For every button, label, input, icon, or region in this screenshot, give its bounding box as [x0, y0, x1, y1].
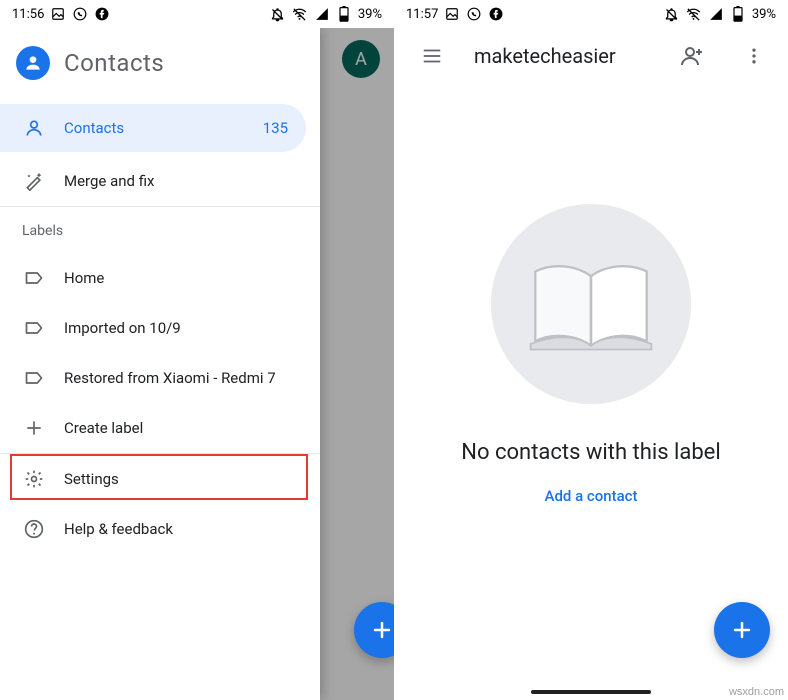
whatsapp-status-icon — [466, 6, 482, 22]
nav-gesture-bar — [531, 690, 651, 694]
drawer-item-settings[interactable]: Settings — [0, 454, 320, 504]
app-bar: maketecheasier — [394, 28, 788, 84]
label-outline-icon — [24, 268, 44, 288]
empty-illustration-circle — [491, 204, 691, 404]
status-bar: 11:57 39% — [394, 0, 788, 28]
watermark: wsxdn.com — [729, 686, 784, 698]
add-contact-link[interactable]: Add a contact — [545, 487, 638, 505]
plus-icon — [370, 618, 394, 642]
drawer-item-label: Merge and fix — [64, 172, 154, 190]
contacts-app-icon — [16, 46, 50, 80]
labels-section-header: Labels — [0, 206, 320, 253]
help-icon — [24, 519, 44, 539]
drawer-item-label: Create label — [64, 419, 143, 437]
appbar-title: maketecheasier — [474, 44, 650, 68]
facebook-status-icon — [488, 6, 504, 22]
add-person-button[interactable] — [672, 36, 712, 76]
label-outline-icon — [24, 318, 44, 338]
drawer-title: Contacts — [64, 49, 164, 77]
phone-left-screenshot: 11:56 39% A Contacts Contacts 135 — [0, 0, 394, 700]
label-outline-icon — [24, 368, 44, 388]
status-bar-right: 39% — [270, 6, 382, 22]
drawer-item-label: Home — [64, 269, 104, 287]
magic-wand-icon — [24, 171, 44, 191]
status-bar-left: 11:57 — [406, 6, 504, 22]
drawer-item-label: Settings — [64, 470, 119, 488]
drawer-label-restored[interactable]: Restored from Xiaomi - Redmi 7 — [0, 353, 320, 403]
photos-status-icon — [444, 6, 460, 22]
drawer-item-create-label[interactable]: Create label — [0, 403, 320, 453]
contacts-count: 135 — [263, 119, 288, 137]
facebook-status-icon — [94, 6, 110, 22]
status-time: 11:57 — [406, 7, 438, 22]
plus-icon — [24, 418, 44, 438]
drawer-header: Contacts — [0, 28, 320, 100]
open-book-icon — [526, 249, 656, 359]
whatsapp-status-icon — [72, 6, 88, 22]
battery-percent: 39% — [358, 7, 382, 22]
status-bar-right: 39% — [664, 6, 776, 22]
drawer-item-help[interactable]: Help & feedback — [0, 504, 320, 554]
signal-icon — [314, 6, 330, 22]
drawer-item-merge-fix[interactable]: Merge and fix — [0, 156, 320, 206]
status-time: 11:56 — [12, 7, 44, 22]
photos-status-icon — [50, 6, 66, 22]
plus-icon — [730, 618, 754, 642]
drawer-item-label: Imported on 10/9 — [64, 319, 181, 337]
navigation-drawer: Contacts Contacts 135 Merge and fix Labe… — [0, 28, 320, 700]
drawer-label-imported[interactable]: Imported on 10/9 — [0, 303, 320, 353]
drawer-item-label: Help & feedback — [64, 520, 173, 538]
more-vert-icon — [744, 46, 764, 66]
drawer-item-contacts[interactable]: Contacts 135 — [0, 104, 306, 152]
battery-icon — [336, 6, 352, 22]
empty-message: No contacts with this label — [461, 440, 720, 465]
drawer-item-label: Contacts — [64, 119, 124, 137]
battery-percent: 39% — [752, 7, 776, 22]
overflow-button[interactable] — [734, 36, 774, 76]
menu-icon — [421, 45, 443, 67]
gear-icon — [24, 469, 44, 489]
fab-add-contact[interactable] — [714, 602, 770, 658]
drawer-item-label: Restored from Xiaomi - Redmi 7 — [64, 369, 276, 387]
menu-button[interactable] — [412, 36, 452, 76]
battery-icon — [730, 6, 746, 22]
signal-icon — [708, 6, 724, 22]
status-bar: 11:56 39% — [0, 0, 394, 28]
person-add-icon — [680, 44, 704, 68]
drawer-label-home[interactable]: Home — [0, 253, 320, 303]
phone-right-screenshot: 11:57 39% maketecheasier — [394, 0, 788, 700]
empty-state: No contacts with this label Add a contac… — [394, 84, 788, 505]
wifi-off-icon — [686, 6, 702, 22]
dnd-icon — [270, 6, 286, 22]
status-bar-left: 11:56 — [12, 6, 110, 22]
wifi-off-icon — [292, 6, 308, 22]
person-outline-icon — [24, 118, 44, 138]
dnd-icon — [664, 6, 680, 22]
